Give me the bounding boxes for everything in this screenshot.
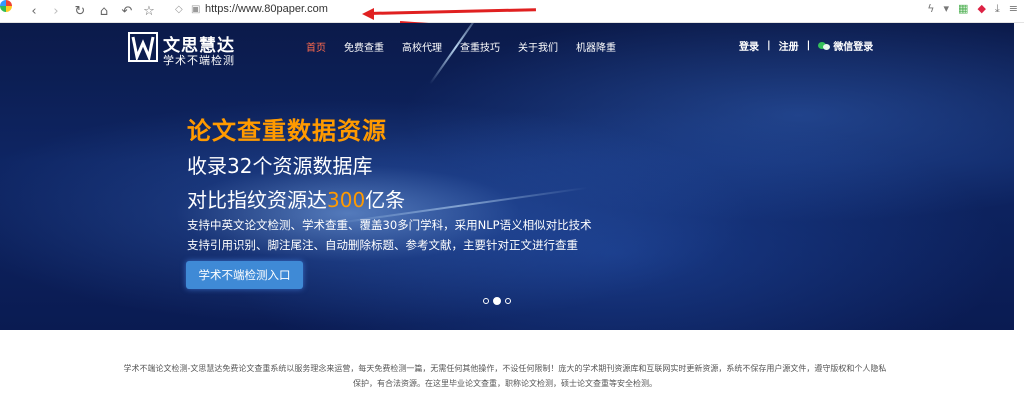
carousel-dot-active[interactable] bbox=[493, 297, 501, 305]
hero-line-databases: 收录32个资源数据库 bbox=[187, 154, 373, 178]
shield-icon: ◇ bbox=[175, 4, 183, 15]
auth-links: 登录 | 注册 | 微信登录 bbox=[739, 38, 873, 53]
login-link[interactable]: 登录 bbox=[739, 38, 759, 53]
site-logo-icon bbox=[128, 32, 158, 63]
logo-slogan: 学术不端检测 bbox=[163, 54, 235, 67]
back-icon[interactable]: ‹ bbox=[24, 0, 44, 22]
flash-icon[interactable]: ϟ bbox=[927, 2, 934, 16]
address-bar[interactable]: https://www.80paper.com bbox=[205, 3, 328, 15]
intro-text: 学术不端论文检测-文思慧达免费论文查重系统以服务理念来运营，每天免费检测一篇，无… bbox=[123, 364, 887, 388]
browser-right-icons: ϟ ▾ ▦ ◆ ⤓ ≡ bbox=[927, 2, 1018, 16]
forward-icon[interactable]: › bbox=[46, 0, 66, 22]
nav-item-check-tips[interactable]: 查重技巧 bbox=[460, 39, 500, 54]
lock-icon: ▣ bbox=[191, 4, 201, 15]
hero-line-fingerprints: 对比指纹资源达300亿条 bbox=[187, 184, 405, 213]
carousel-dot[interactable] bbox=[483, 298, 489, 304]
page-edge bbox=[1014, 23, 1024, 330]
separator: | bbox=[767, 40, 771, 51]
wechat-login-label: 微信登录 bbox=[833, 42, 874, 53]
annotation-arrowhead-url bbox=[362, 8, 374, 20]
wechat-icon bbox=[818, 41, 831, 51]
reload-icon[interactable]: ↻ bbox=[70, 0, 90, 22]
star-icon[interactable]: ☆ bbox=[139, 0, 159, 22]
apps-icon[interactable]: ▦ bbox=[958, 2, 968, 16]
register-link[interactable]: 注册 bbox=[779, 38, 799, 53]
browser-logo-icon bbox=[0, 0, 12, 12]
extension-icon[interactable]: ◆ bbox=[977, 2, 985, 16]
wechat-login-link[interactable]: 微信登录 bbox=[818, 38, 873, 53]
nav-item-free-check[interactable]: 免费查重 bbox=[344, 39, 384, 54]
detection-entry-button[interactable]: 学术不端检测入口 bbox=[186, 261, 303, 289]
nav-item-home[interactable]: 首页 bbox=[306, 39, 326, 54]
separator: | bbox=[806, 40, 811, 51]
nav-item-university-agent[interactable]: 高校代理 bbox=[402, 39, 442, 54]
hero-line3-highlight: 300 bbox=[327, 188, 366, 212]
nav-item-machine-rewrite[interactable]: 机器降重 bbox=[576, 39, 616, 54]
hero-line3-prefix: 对比指纹资源达 bbox=[187, 188, 327, 212]
hero-description-1: 支持中英文论文检测、学术查重、覆盖30多门学科，采用NLP语义相似对比技术 bbox=[187, 218, 592, 232]
undo-icon[interactable]: ↶ bbox=[117, 0, 137, 22]
hero-line3-suffix: 亿条 bbox=[365, 188, 406, 212]
hero-banner: 文思慧达 学术不端检测 首页 免费查重 高校代理 查重技巧 关于我们 机器降重 … bbox=[0, 23, 1024, 330]
carousel-dots bbox=[483, 297, 511, 305]
download-icon[interactable]: ⤓ bbox=[995, 2, 1000, 16]
main-nav: 首页 免费查重 高校代理 查重技巧 关于我们 机器降重 bbox=[306, 39, 634, 54]
menu-icon[interactable]: ≡ bbox=[1009, 2, 1018, 16]
dropdown-icon[interactable]: ▾ bbox=[944, 2, 950, 16]
hero-description-2: 支持引用识别、脚注尾注、自动删除标题、参考文献，主要针对正文进行查重 bbox=[187, 238, 578, 252]
hero-title: 论文查重数据资源 bbox=[187, 117, 387, 145]
carousel-dot[interactable] bbox=[505, 298, 511, 304]
nav-item-about[interactable]: 关于我们 bbox=[518, 39, 558, 54]
home-icon[interactable]: ⌂ bbox=[94, 0, 114, 22]
